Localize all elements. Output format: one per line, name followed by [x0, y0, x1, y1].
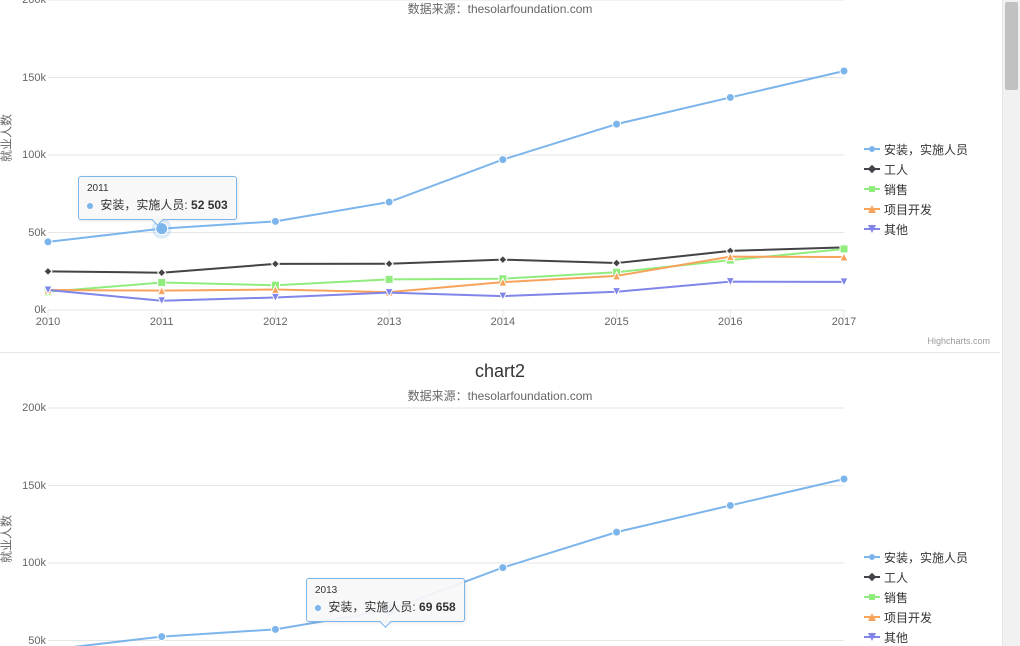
x-tick-label: 2011 [150, 316, 174, 328]
legend-item-sales[interactable]: 销售 [864, 180, 990, 198]
tooltip-dot-icon [315, 605, 321, 611]
legend-item-project[interactable]: 项目开发 [864, 200, 990, 218]
tooltip: 2013 安装，实施人员: 69 658 [306, 578, 465, 622]
x-tick-label: 2010 [36, 316, 60, 328]
legend-swatch-icon [864, 183, 880, 195]
x-tick-label: 2013 [377, 316, 401, 328]
legend-item-other[interactable]: 其他 [864, 628, 990, 646]
y-tick-label: 0k [20, 304, 46, 316]
x-tick-label: 2014 [491, 316, 515, 328]
legend-swatch-icon [864, 223, 880, 235]
credits-link[interactable]: Highcharts.com [927, 336, 990, 346]
tooltip-header: 2011 [87, 183, 228, 194]
scrollbar-track[interactable] [1002, 0, 1020, 646]
legend-swatch-icon [864, 611, 880, 623]
tooltip-row: 安装，实施人员: 69 658 [315, 598, 456, 615]
legend-label: 安装，实施人员 [884, 549, 968, 566]
legend-item-sales[interactable]: 销售 [864, 588, 990, 606]
y-tick-label: 50k [20, 635, 46, 646]
x-tick-label: 2015 [604, 316, 628, 328]
y-tick-label: 100k [20, 557, 46, 569]
legend-item-install[interactable]: 安装，实施人员 [864, 140, 990, 158]
x-tick-label: 2012 [263, 316, 287, 328]
legend-item-project[interactable]: 项目开发 [864, 608, 990, 626]
y-tick-label: 150k [20, 72, 46, 84]
chart-subtitle: 数据来源：thesolarfoundation.com [0, 387, 1000, 404]
legend-item-other[interactable]: 其他 [864, 220, 990, 238]
legend-swatch-icon [864, 203, 880, 215]
x-tick-label: 2017 [832, 316, 856, 328]
chart-2: chart2 数据来源：thesolarfoundation.com 就业人数 … [0, 352, 1000, 646]
legend: 安装，实施人员 工人 销售 项目开发 其他 [864, 548, 990, 646]
y-tick-label: 100k [20, 149, 46, 161]
yaxis-title: 就业人数 [0, 114, 15, 162]
legend-item-install[interactable]: 安装，实施人员 [864, 548, 990, 566]
y-tick-label: 200k [20, 0, 46, 6]
legend-label: 工人 [884, 161, 908, 178]
legend-swatch-icon [864, 143, 880, 155]
legend-label: 工人 [884, 569, 908, 586]
x-tick-label: 2016 [718, 316, 742, 328]
page: 数据来源：thesolarfoundation.com 就业人数 0k 50k [0, 0, 1020, 646]
legend: 安装，实施人员 工人 销售 项目开发 其他 [864, 140, 990, 240]
tooltip: 2011 安装，实施人员: 52 503 [78, 176, 237, 220]
legend-label: 其他 [884, 629, 908, 646]
legend-item-worker[interactable]: 工人 [864, 568, 990, 586]
legend-label: 项目开发 [884, 609, 932, 626]
plot-area[interactable]: 50k 100k 150k 200k 2013 安装，实施人员: 69 658 [48, 408, 844, 646]
legend-label: 项目开发 [884, 201, 932, 218]
legend-item-worker[interactable]: 工人 [864, 160, 990, 178]
tooltip-series-name: 安装，实施人员 [100, 198, 184, 212]
tooltip-value: 69 658 [419, 600, 456, 614]
legend-label: 其他 [884, 221, 908, 238]
y-tick-label: 200k [20, 402, 46, 414]
legend-label: 销售 [884, 589, 908, 606]
legend-swatch-icon [864, 571, 880, 583]
yaxis-title: 就业人数 [0, 515, 15, 563]
legend-label: 安装，实施人员 [884, 141, 968, 158]
legend-swatch-icon [864, 631, 880, 643]
plot-area[interactable]: 0k 50k 100k 150k 200k 2010 2011 2012 201… [48, 0, 844, 310]
y-tick-label: 150k [20, 480, 46, 492]
legend-swatch-icon [864, 591, 880, 603]
legend-label: 销售 [884, 181, 908, 198]
chart-title: chart2 [0, 361, 1000, 382]
tooltip-dot-icon [87, 203, 93, 209]
scrollbar-thumb[interactable] [1005, 2, 1018, 90]
tooltip-value: 52 503 [191, 198, 228, 212]
y-tick-label: 50k [20, 227, 46, 239]
chart-1: 数据来源：thesolarfoundation.com 就业人数 0k 50k [0, 0, 1000, 352]
tooltip-header: 2013 [315, 585, 456, 596]
tooltip-series-name: 安装，实施人员 [328, 600, 412, 614]
legend-swatch-icon [864, 551, 880, 563]
legend-swatch-icon [864, 163, 880, 175]
tooltip-row: 安装，实施人员: 52 503 [87, 196, 228, 213]
